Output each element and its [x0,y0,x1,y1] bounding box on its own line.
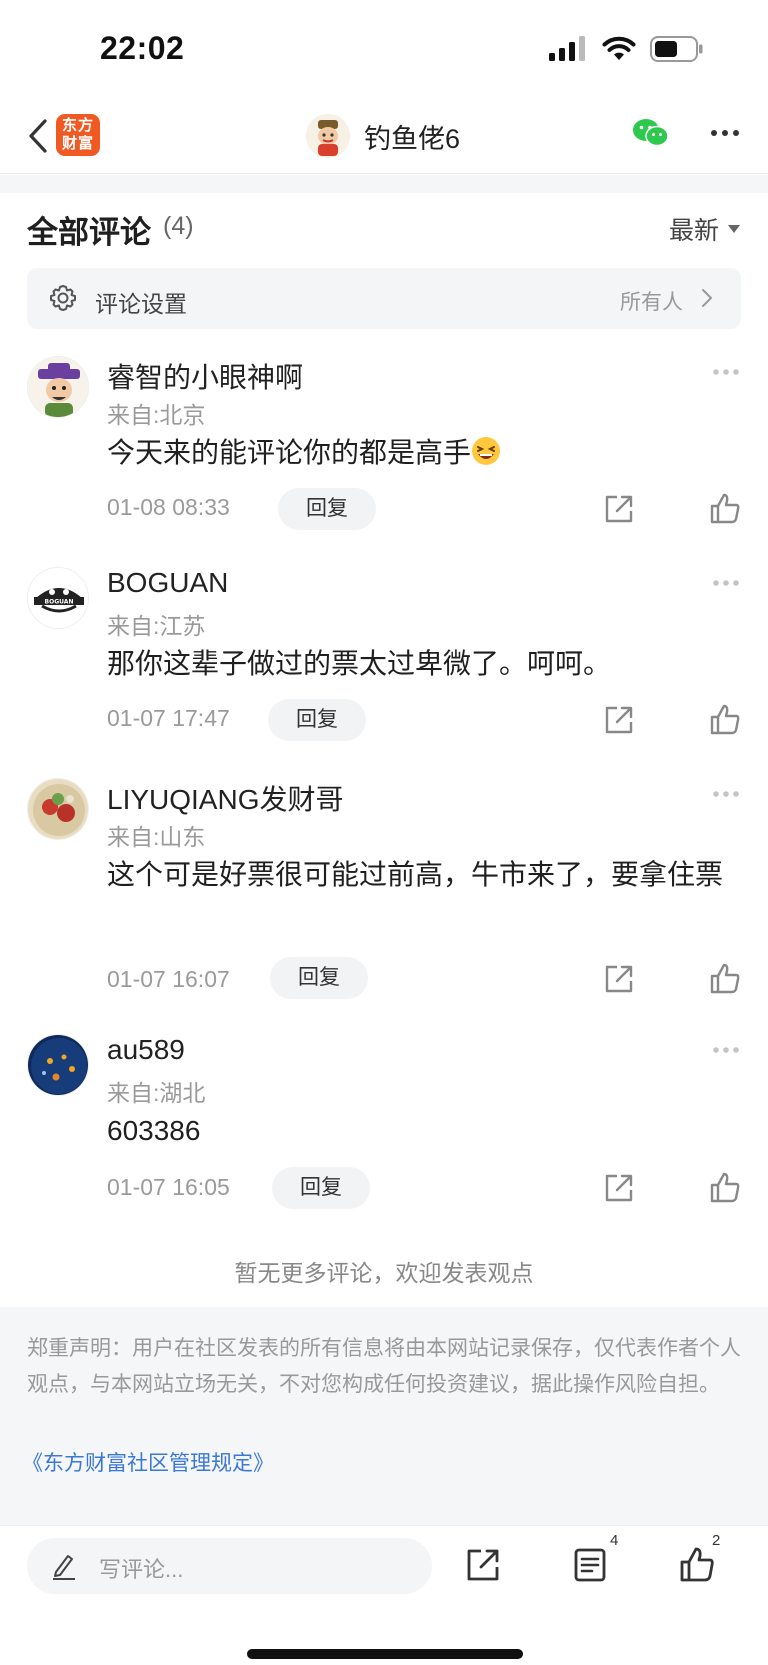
reply-button[interactable]: 回复 [278,488,376,530]
comment-text: 这个可是好票很可能过前高，牛市来了，要拿住票 [107,859,724,890]
comments-title: 全部评论 [27,215,151,250]
share-icon[interactable] [466,1548,500,1582]
nav-author[interactable]: 钓鱼佬6 [306,114,460,158]
signal-icon [549,36,585,61]
disclaimer-section: 郑重声明：用户在社区发表的所有信息将由本网站记录保存，仅代表作者个人观点，与本网… [0,1307,768,1525]
chevron-right-icon [702,289,712,307]
nav-bar: 东方 财富 钓鱼佬6 [0,100,768,174]
comments-count-badge: 4 [610,1532,619,1549]
comment-time: 01-07 17:47 [107,705,230,731]
comments-count: (4) [163,212,194,240]
comment-author[interactable]: BOGUAN [107,567,228,599]
comment-time: 01-08 08:33 [107,494,230,520]
caret-down-icon [728,225,740,233]
reply-button[interactable]: 回复 [268,699,366,741]
status-icons [548,36,704,62]
comment-more-icon[interactable] [712,1046,740,1054]
likes-count-badge: 2 [712,1532,721,1549]
reply-button[interactable]: 回复 [272,1167,370,1209]
comment-text: 那你这辈子做过的票太过卑微了。呵呵。 [107,648,612,679]
battery-icon [650,36,703,62]
comment-location: 来自:山东 [107,824,206,850]
sort-label: 最新 [668,217,719,245]
comment-author[interactable]: au589 [107,1034,185,1066]
share-icon[interactable] [604,494,634,524]
like-icon[interactable] [680,1546,714,1582]
chevron-left-icon [29,119,47,153]
section-divider [0,175,768,193]
comment-text-body: 今天来的能评论你的都是高手 [107,437,472,468]
nav-actions [632,118,740,148]
nav-title: 钓鱼佬6 [364,123,461,154]
share-icon[interactable] [604,964,634,994]
status-bar: 22:02 [0,0,768,100]
comment-text: 今天来的能评论你的都是高手 [107,430,747,476]
svg-text:BOGUAN: BOGUAN [45,599,74,606]
comment-location: 来自:江苏 [107,613,206,639]
author-avatar [306,114,350,158]
wifi-icon [602,36,636,60]
home-indicator [247,1649,523,1659]
avatar[interactable]: BOGUAN [27,567,89,629]
share-icon[interactable] [604,705,634,735]
logo-line-2: 财富 [61,135,94,152]
settings-value: 所有人 [620,291,683,314]
comment-time: 01-07 16:05 [107,1174,230,1200]
reply-button[interactable]: 回复 [270,957,368,999]
avatar[interactable] [27,778,89,840]
comment-location: 来自:湖北 [107,1080,206,1106]
comment-location: 来自:北京 [107,402,206,428]
logo-line-1: 东方 [61,117,94,134]
comment-more-icon[interactable] [712,368,740,376]
avatar[interactable] [27,1034,89,1096]
comments-header: 全部评论 (4) 最新 [27,205,741,250]
comment-item: 睿智的小眼神啊 来自:北京 今天来的能评论你的都是高手 01-08 08:33 … [0,356,768,536]
comment-more-icon[interactable] [712,579,740,587]
like-icon[interactable] [710,962,740,994]
disclaimer-text: 郑重声明：用户在社区发表的所有信息将由本网站记录保存，仅代表作者个人观点，与本网… [27,1337,741,1396]
like-icon[interactable] [710,492,740,524]
status-time: 22:02 [100,30,185,66]
comment-item: au589 来自:湖北 603386 01-07 16:05 回复 [0,1034,768,1214]
more-options-icon[interactable] [710,129,740,137]
back-button[interactable] [22,116,54,156]
comment-time: 01-07 16:07 [107,966,230,992]
comment-input-placeholder: 写评论... [99,1557,184,1582]
settings-label: 评论设置 [95,291,187,317]
laughing-emoji-icon [472,437,501,465]
avatar[interactable] [27,356,89,418]
wechat-icon[interactable] [632,118,670,148]
comment-author[interactable]: LIYUQIANG发财哥 [107,778,343,818]
comment-settings-bar[interactable]: 评论设置 所有人 [27,268,741,329]
like-icon[interactable] [710,703,740,735]
share-icon[interactable] [604,1173,634,1203]
comments-list-icon[interactable] [574,1548,606,1582]
like-icon[interactable] [710,1171,740,1203]
gear-icon [50,285,76,311]
comment-author[interactable]: 睿智的小眼神啊 [107,356,303,396]
sort-dropdown[interactable]: 最新 [669,211,741,247]
community-rules-link[interactable]: 《东方财富社区管理规定》 [22,1447,274,1477]
bottom-action-bar: 写评论... 4 2 [0,1525,768,1665]
no-more-comments: 暂无更多评论，欢迎发表观点 [234,1260,534,1286]
comment-text: 603386 [107,1115,201,1146]
comment-more-icon[interactable] [712,790,740,798]
app-logo[interactable]: 东方 财富 [56,114,100,156]
comment-input[interactable]: 写评论... [27,1538,432,1594]
pencil-icon [53,1555,75,1580]
comment-item: LIYUQIANG发财哥 来自:山东 这个可是好票很可能过前高，牛市来了，要拿住… [0,778,768,1008]
comment-item: BOGUAN BOGUAN 来自:江苏 那你这辈子做过的票太过卑微了。呵呵。 0… [0,567,768,747]
